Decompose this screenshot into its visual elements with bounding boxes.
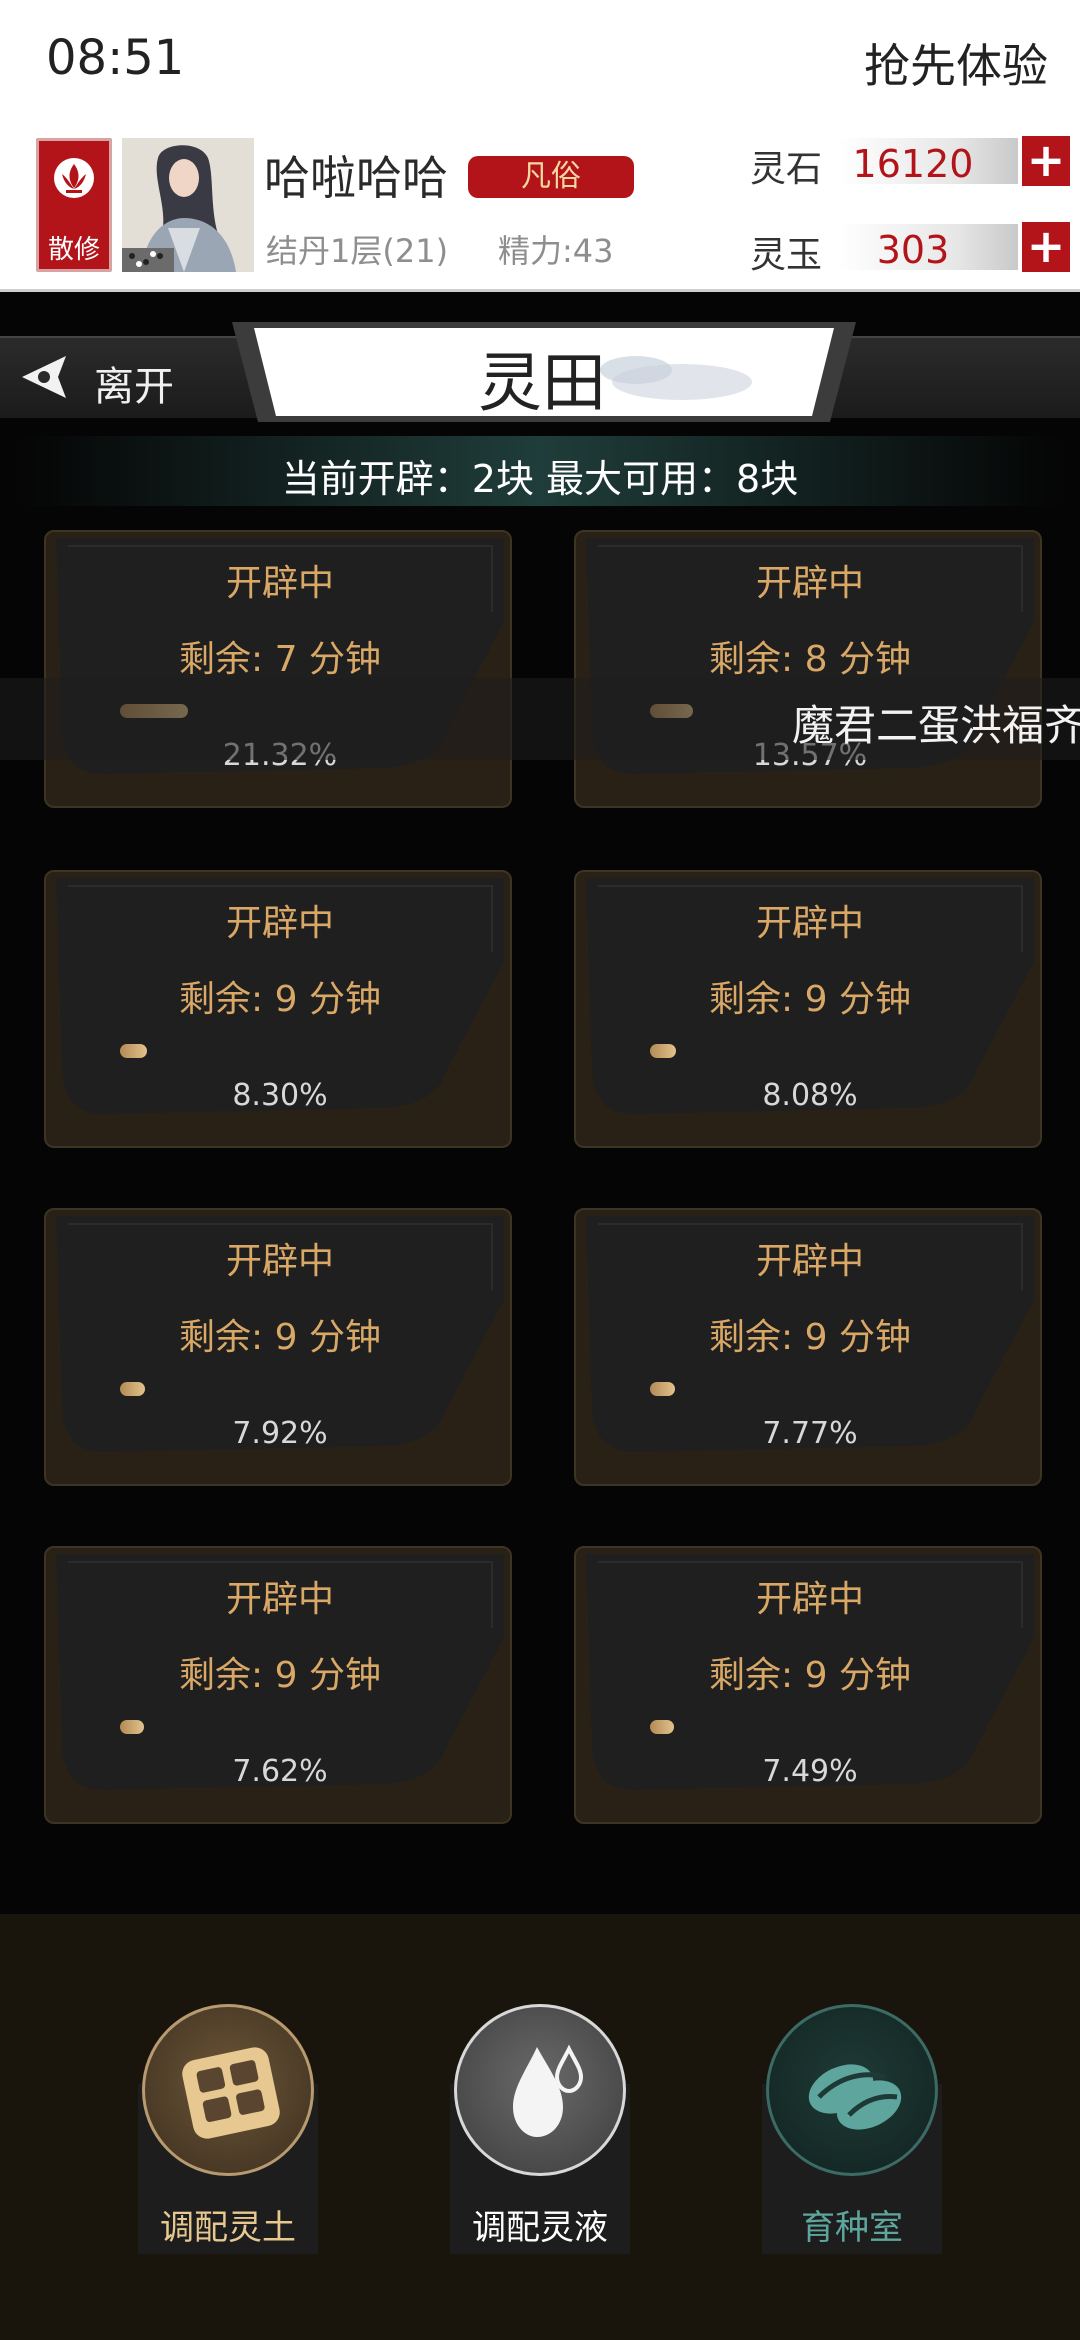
player-name: 哈啦哈哈 — [264, 151, 448, 205]
lotus-emblem-icon — [54, 158, 94, 198]
spirit-stone-box: 16120 — [838, 138, 1018, 186]
plot-progress-bar — [120, 1044, 440, 1060]
plot-status: 开辟中 — [755, 1241, 864, 1282]
leave-button[interactable]: 离开 — [18, 348, 238, 410]
plot-time-remaining: 剩余: 9 分钟 — [709, 979, 911, 1020]
plot-progress-fill — [650, 1382, 675, 1396]
player-header: 散修 哈啦哈哈 凡俗 结丹1层(21) 精力:43 灵石 16120 + 灵玉 … — [0, 130, 1080, 292]
plot-time-remaining: 剩余: 9 分钟 — [179, 1655, 381, 1696]
field-plot[interactable]: 开辟中剩余: 9 分钟 8.30% — [44, 870, 512, 1148]
early-access-link[interactable]: 抢先体验 — [864, 30, 1048, 96]
plot-progress-fill — [120, 1044, 147, 1058]
plot-time-remaining: 剩余: 9 分钟 — [709, 1317, 911, 1358]
spirit-jade-box: 303 — [838, 224, 1018, 272]
plot-progress-fill — [650, 1044, 676, 1058]
add-spirit-jade-button[interactable]: + — [1022, 222, 1070, 272]
action-circle — [142, 2004, 314, 2176]
plot-status: 开辟中 — [755, 903, 864, 944]
seed-room-label: 育种室 — [801, 2208, 903, 2248]
mix-spirit-soil-label: 调配灵土 — [160, 2208, 296, 2248]
spirit-jade-label: 灵玉 — [750, 235, 823, 276]
field-plot[interactable]: 开辟中剩余: 9 分钟 7.92% — [44, 1208, 512, 1486]
plot-progress-bar — [120, 1382, 440, 1398]
plot-time-remaining: 剩余: 9 分钟 — [709, 1655, 911, 1696]
plot-progress-bar — [120, 1720, 440, 1736]
cultivator-portrait-icon — [122, 138, 254, 272]
plot-progress-bar — [650, 1720, 970, 1736]
energy-value: 精力:43 — [498, 232, 614, 270]
action-circle — [766, 2004, 938, 2176]
spirit-stone-label: 灵石 — [750, 149, 823, 190]
plot-status: 开辟中 — [225, 903, 334, 944]
status-bar: 08:51 抢先体验 — [0, 0, 1080, 130]
plot-progress-fill — [120, 1720, 144, 1734]
mix-spirit-soil-button[interactable]: 调配灵土 — [138, 2004, 318, 2254]
plot-time-remaining: 剩余: 9 分钟 — [179, 1317, 381, 1358]
spirit-stone-counter: 灵石 16120 + — [750, 136, 1070, 190]
plot-status: 开辟中 — [225, 1241, 334, 1282]
plot-status: 开辟中 — [755, 1579, 864, 1620]
sect-badge[interactable]: 散修 — [36, 138, 112, 272]
add-spirit-stone-button[interactable]: + — [1022, 136, 1070, 186]
field-count-info: 当前开辟：2块 最大可用：8块 — [281, 457, 799, 501]
plot-progress-fill — [120, 1382, 145, 1396]
plot-progress-percent: 7.77% — [762, 1416, 858, 1451]
rank-badge: 凡俗 — [468, 156, 634, 198]
field-plot[interactable]: 开辟中剩余: 9 分钟 7.49% — [574, 1546, 1042, 1824]
field-plot[interactable]: 开辟中剩余: 8 分钟13.57% — [574, 530, 1042, 808]
plot-progress-bar — [650, 1382, 970, 1398]
mix-spirit-liquid-button[interactable]: 调配灵液 — [450, 2004, 630, 2254]
plot-status: 开辟中 — [755, 563, 864, 604]
action-circle — [454, 2004, 626, 2176]
field-plot[interactable]: 开辟中剩余: 9 分钟 7.77% — [574, 1208, 1042, 1486]
soil-tiles-icon — [182, 2047, 280, 2139]
plot-progress-percent: 8.08% — [762, 1078, 858, 1113]
plot-progress-fill — [650, 1720, 674, 1734]
plot-status: 开辟中 — [225, 563, 334, 604]
plot-time-remaining: 剩余: 8 分钟 — [709, 639, 911, 680]
field-plot[interactable]: 开辟中剩余: 7 分钟21.32% — [44, 530, 512, 808]
plot-time-remaining: 剩余: 7 分钟 — [179, 639, 381, 680]
plot-status: 开辟中 — [225, 1579, 334, 1620]
avatar[interactable] — [122, 138, 254, 272]
plot-progress-percent: 7.49% — [762, 1754, 858, 1789]
seed-icon — [808, 2064, 902, 2130]
sect-label: 散修 — [47, 235, 100, 265]
field-plot[interactable]: 开辟中剩余: 9 分钟 8.08% — [574, 870, 1042, 1148]
broadcast-message: 魔君二蛋洪福齐 — [792, 701, 1080, 750]
spirit-stone-value: 16120 — [852, 142, 974, 186]
spirit-jade-counter: 灵玉 303 + — [750, 222, 1070, 276]
spirit-jade-value: 303 — [876, 228, 950, 272]
plot-progress-bar — [650, 1044, 970, 1060]
cultivation-realm: 结丹1层(21) — [266, 232, 449, 270]
leave-label: 离开 — [94, 364, 174, 410]
water-drop-icon — [513, 2044, 584, 2137]
plot-time-remaining: 剩余: 9 分钟 — [179, 979, 381, 1020]
plot-progress-percent: 7.92% — [232, 1416, 328, 1451]
status-clock: 08:51 — [46, 30, 185, 86]
mix-spirit-liquid-label: 调配灵液 — [472, 2208, 608, 2248]
plot-progress-percent: 8.30% — [232, 1078, 328, 1113]
page-title: 灵田 — [478, 347, 606, 421]
plot-progress-percent: 7.62% — [232, 1754, 328, 1789]
field-plot[interactable]: 开辟中剩余: 9 分钟 7.62% — [44, 1546, 512, 1824]
back-arrow-icon — [22, 356, 66, 398]
seed-room-button[interactable]: 育种室 — [762, 2004, 942, 2254]
